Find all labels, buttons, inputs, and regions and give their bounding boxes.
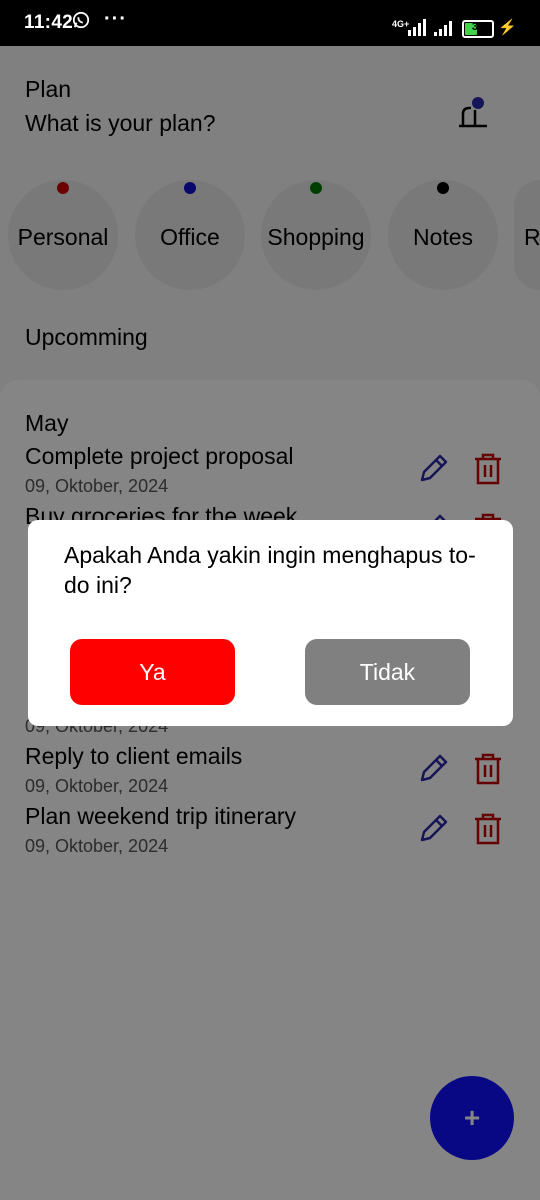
- battery-icon: 38: [462, 20, 494, 38]
- status-time: 11:42: [24, 12, 74, 33]
- app-screen: 11:42 ··· 4G+ 38 ⚡ Plan What is your pla…: [0, 0, 540, 1200]
- signal-icon-2: [434, 21, 452, 36]
- notification-more-icon: ···: [104, 8, 127, 30]
- whatsapp-icon: [72, 11, 90, 29]
- delete-confirm-dialog: Apakah Anda yakin ingin menghapus to-do …: [28, 520, 513, 726]
- confirm-yes-button[interactable]: Ya: [70, 639, 235, 705]
- dialog-message: Apakah Anda yakin ingin menghapus to-do …: [64, 542, 476, 598]
- confirm-no-button[interactable]: Tidak: [305, 639, 470, 705]
- battery-level: 38: [471, 21, 485, 33]
- status-bar: 11:42 ··· 4G+ 38 ⚡: [0, 0, 540, 46]
- charging-icon: ⚡: [498, 19, 517, 36]
- signal-icon: [408, 19, 426, 36]
